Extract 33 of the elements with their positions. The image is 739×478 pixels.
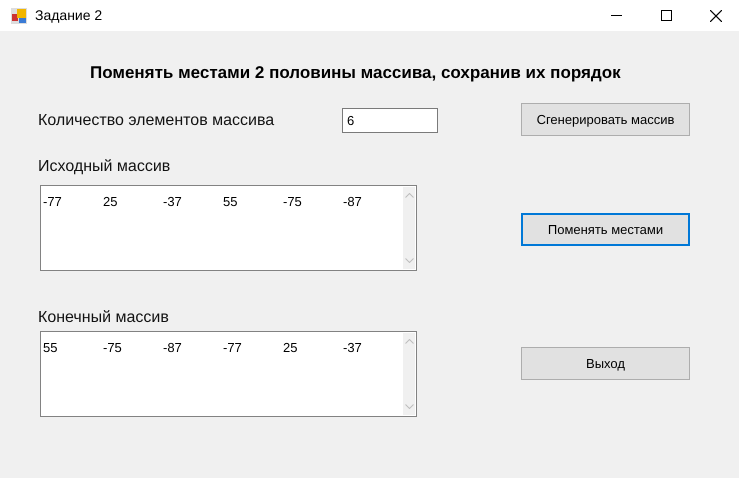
- source-label: Исходный массив: [38, 157, 172, 175]
- scrollbar[interactable]: [403, 187, 415, 269]
- close-icon: [710, 10, 722, 22]
- app-icon: [11, 8, 27, 24]
- heading: Поменять местами 2 половины массива, сохранив их порядок: [90, 63, 621, 82]
- scroll-up-icon[interactable]: [404, 193, 414, 198]
- array-value: -77: [43, 194, 62, 209]
- source-textbox[interactable]: -77 25 -37 55 -75 -87: [40, 185, 417, 271]
- result-textbox[interactable]: 55 -75 -87 -77 25 -37: [40, 331, 417, 417]
- result-label: Конечный массив: [38, 308, 170, 326]
- array-value: 25: [283, 340, 298, 355]
- array-value: -87: [343, 194, 362, 209]
- action-button[interactable]: Выход: [521, 347, 690, 380]
- array-value: -37: [343, 340, 362, 355]
- array-value: -87: [163, 340, 182, 355]
- scroll-up-icon[interactable]: [404, 339, 414, 344]
- window-title: Задание 2: [35, 6, 102, 25]
- minimize-icon: [610, 15, 622, 16]
- scroll-down-icon[interactable]: [404, 404, 414, 409]
- array-value: 25: [103, 194, 118, 209]
- array-value: -77: [223, 340, 242, 355]
- maximize-icon: [660, 10, 672, 21]
- scroll-down-icon[interactable]: [404, 258, 414, 263]
- array-value: 55: [43, 340, 58, 355]
- action-button[interactable]: Поменять местами: [521, 213, 690, 246]
- count-label: Количество элементов массива: [38, 110, 276, 130]
- array-value: 55: [223, 194, 238, 209]
- array-value: -75: [103, 340, 122, 355]
- scrollbar[interactable]: [403, 333, 415, 415]
- action-button[interactable]: Сгенерировать массив: [521, 103, 690, 136]
- array-value: -37: [163, 194, 182, 209]
- array-value: -75: [283, 194, 302, 209]
- count-field[interactable]: 6: [342, 108, 438, 133]
